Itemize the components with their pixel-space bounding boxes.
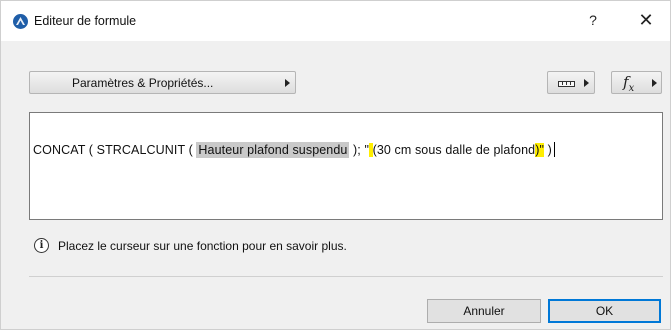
units-button[interactable] bbox=[547, 71, 595, 94]
functions-button[interactable]: fx bbox=[611, 71, 662, 94]
help-button[interactable]: ? bbox=[585, 12, 601, 30]
cancel-button[interactable]: Annuler bbox=[427, 299, 541, 323]
app-logo-icon bbox=[13, 14, 28, 29]
info-hint-text: Placez le curseur sur une fonction pour … bbox=[58, 239, 347, 253]
parameters-properties-button[interactable]: Paramètres & Propriétés... bbox=[29, 71, 296, 94]
ruler-icon bbox=[558, 81, 575, 87]
chevron-right-icon bbox=[285, 79, 290, 87]
close-button[interactable]: ✕ bbox=[637, 10, 655, 30]
matching-quote-highlight-end: )" bbox=[535, 143, 545, 157]
ok-button[interactable]: OK bbox=[548, 299, 661, 323]
info-icon: i bbox=[34, 238, 49, 253]
formula-text-area[interactable]: CONCAT ( STRCALCUNIT ( Hauteur plafond s… bbox=[29, 112, 663, 220]
chevron-right-icon bbox=[652, 79, 657, 87]
function-icon: fx bbox=[623, 73, 635, 94]
parameters-properties-label: Paramètres & Propriétés... bbox=[72, 76, 214, 90]
formula-text: CONCAT ( STRCALCUNIT ( Hauteur plafond s… bbox=[33, 142, 555, 158]
chevron-right-icon bbox=[584, 79, 589, 87]
parameter-token[interactable]: Hauteur plafond suspendu bbox=[196, 142, 350, 158]
title-bar: Editeur de formule ? ✕ bbox=[1, 1, 670, 41]
formula-editor-dialog: Editeur de formule ? ✕ Paramètres & Prop… bbox=[0, 0, 671, 330]
divider bbox=[29, 276, 663, 277]
window-title: Editeur de formule bbox=[34, 14, 137, 28]
text-caret bbox=[553, 142, 555, 157]
